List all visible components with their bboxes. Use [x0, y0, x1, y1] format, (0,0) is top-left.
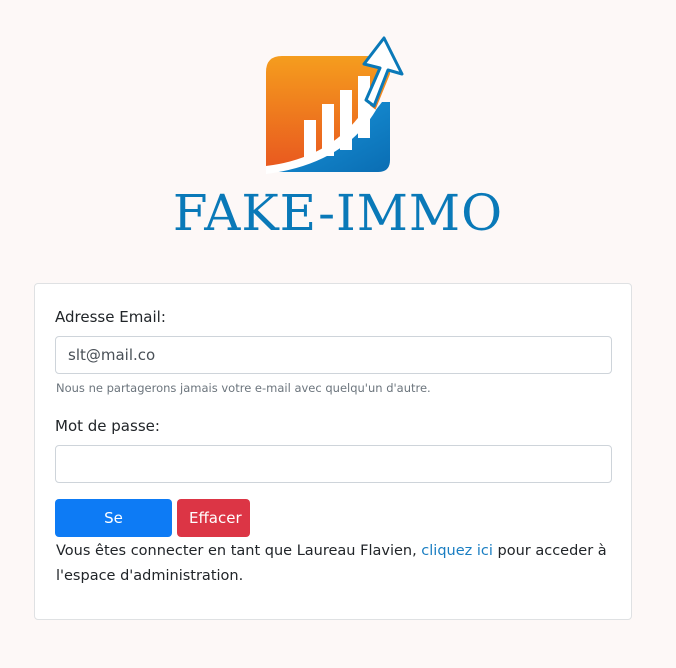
email-label: Adresse Email: — [55, 308, 166, 326]
brand-header: FAKE-IMMO — [0, 30, 676, 250]
logo-icon — [266, 36, 404, 174]
login-form-card: Adresse Email: Nous ne partagerons jamai… — [34, 283, 632, 620]
logged-in-message: Vous êtes connecter en tant que Laureau … — [56, 539, 616, 589]
password-label: Mot de passe: — [55, 417, 160, 435]
email-input[interactable] — [55, 336, 612, 374]
brand-name: FAKE-IMMO — [172, 184, 504, 242]
login-page: FAKE-IMMO Adresse Email: Nous ne partage… — [0, 0, 676, 668]
logged-in-text: Vous êtes connecter en tant que Laureau … — [56, 543, 422, 559]
password-input[interactable] — [55, 445, 612, 483]
login-button[interactable]: Se connecter — [55, 499, 172, 565]
email-help-text: Nous ne partagerons jamais votre e-mail … — [56, 381, 431, 395]
admin-link[interactable]: cliquez ici — [421, 543, 493, 559]
clear-button[interactable]: Effacer — [177, 499, 250, 537]
